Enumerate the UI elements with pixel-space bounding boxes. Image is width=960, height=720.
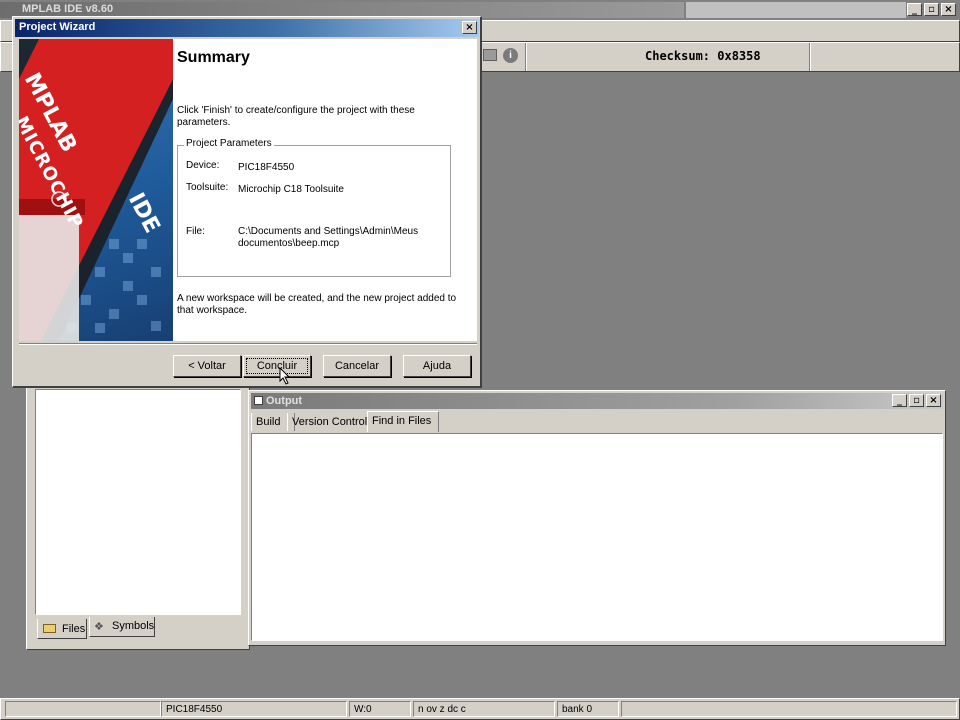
close-icon[interactable]: × — [941, 3, 956, 16]
wizard-title-bar: Project Wizard × — [15, 19, 479, 37]
toolbar-separator-2 — [809, 43, 811, 71]
output-title-bar: Output _ ▫ × — [251, 393, 943, 409]
output-tab-strip: Build Version Control Find in Files — [251, 411, 943, 433]
output-tab-version-control[interactable]: Version Control — [287, 413, 375, 431]
status-cell-6 — [621, 701, 957, 717]
workspace-tab-symbols-label: Symbols — [112, 620, 155, 632]
checksum-display: Checksum: 0x8358 — [645, 49, 761, 63]
help-button[interactable]: Ajuda — [403, 355, 471, 377]
finish-button[interactable]: Concluir — [243, 355, 311, 377]
project-parameters-group: Project Parameters Device: PIC18F4550 To… — [177, 138, 451, 277]
wizard-title-text: Project Wizard — [19, 21, 96, 33]
file-value-line-1: C:\Documents and Settings\Admin\Meus — [238, 226, 419, 237]
status-device: PIC18F4550 — [161, 701, 347, 717]
output-window-icon — [254, 396, 263, 405]
file-value-line-2: documentos\beep.mcp — [238, 238, 340, 249]
device-value: PIC18F4550 — [238, 162, 295, 173]
back-button[interactable]: < Voltar — [173, 355, 241, 377]
wizard-close-icon[interactable]: × — [462, 21, 477, 34]
symbols-icon: ❖ — [94, 621, 104, 633]
output-minimize-icon[interactable]: _ — [892, 394, 907, 407]
status-bank: bank 0 — [557, 701, 619, 717]
workspace-tab-files-label: Files — [62, 623, 86, 635]
ide-window-controls: _ ▫ × — [905, 3, 956, 16]
status-bar: PIC18F4550 W:0 n ov z dc c bank 0 — [0, 698, 960, 720]
info-icon[interactable]: i — [503, 48, 518, 63]
workspace-tab-files[interactable]: Files — [37, 619, 87, 639]
workspace-tree[interactable] — [35, 389, 241, 615]
output-text-area[interactable] — [251, 433, 943, 641]
wizard-divider — [19, 343, 477, 345]
toolsuite-value: Microchip C18 Toolsuite — [238, 184, 344, 195]
restore-icon[interactable]: ▫ — [924, 3, 939, 16]
output-window: Output _ ▫ × Build Version Control Find in… — [248, 390, 946, 646]
ide-title-text: MPLAB IDE v8.60 — [22, 3, 114, 15]
ide-title-light — [686, 2, 906, 18]
workspace-panel: Files ❖ Symbols — [26, 380, 250, 650]
wizard-heading: Summary — [177, 49, 250, 66]
output-window-controls: _ ▫ × — [890, 394, 941, 407]
device-label: Device: — [186, 160, 220, 171]
toolsuite-label: Toolsuite: — [186, 182, 229, 193]
mplab-splash-graphic: MICROCHIP MPLAB IDE — [19, 39, 173, 341]
minimize-icon[interactable]: _ — [907, 3, 922, 16]
toolbar-icon-folder[interactable] — [483, 49, 497, 61]
wizard-content: Summary Click 'Finish' to create/configu… — [173, 39, 477, 341]
status-w-register: W:0 — [349, 701, 411, 717]
wizard-note-text: A new workspace will be created, and the… — [177, 293, 457, 316]
project-parameters-label: Project Parameters — [184, 138, 274, 149]
output-close-icon[interactable]: × — [926, 394, 941, 407]
output-title-text: Output — [266, 395, 303, 407]
wizard-intro-text: Click 'Finish' to create/configure the p… — [177, 105, 415, 128]
output-tab-find-in-files[interactable]: Find in Files — [367, 411, 439, 432]
workspace-tab-symbols[interactable]: ❖ Symbols — [89, 617, 155, 637]
status-flags: n ov z dc c — [413, 701, 555, 717]
mouse-cursor-icon — [279, 367, 291, 385]
toolbar-separator-1 — [525, 43, 527, 71]
folder-icon — [43, 624, 56, 633]
status-cell-1 — [5, 701, 161, 717]
output-restore-icon[interactable]: ▫ — [909, 394, 924, 407]
cancel-button[interactable]: Cancelar — [323, 355, 391, 377]
file-label: File: — [186, 226, 205, 237]
project-wizard-dialog: Project Wizard × MICROCHIP MPLAB IDE Sum… — [12, 16, 482, 388]
